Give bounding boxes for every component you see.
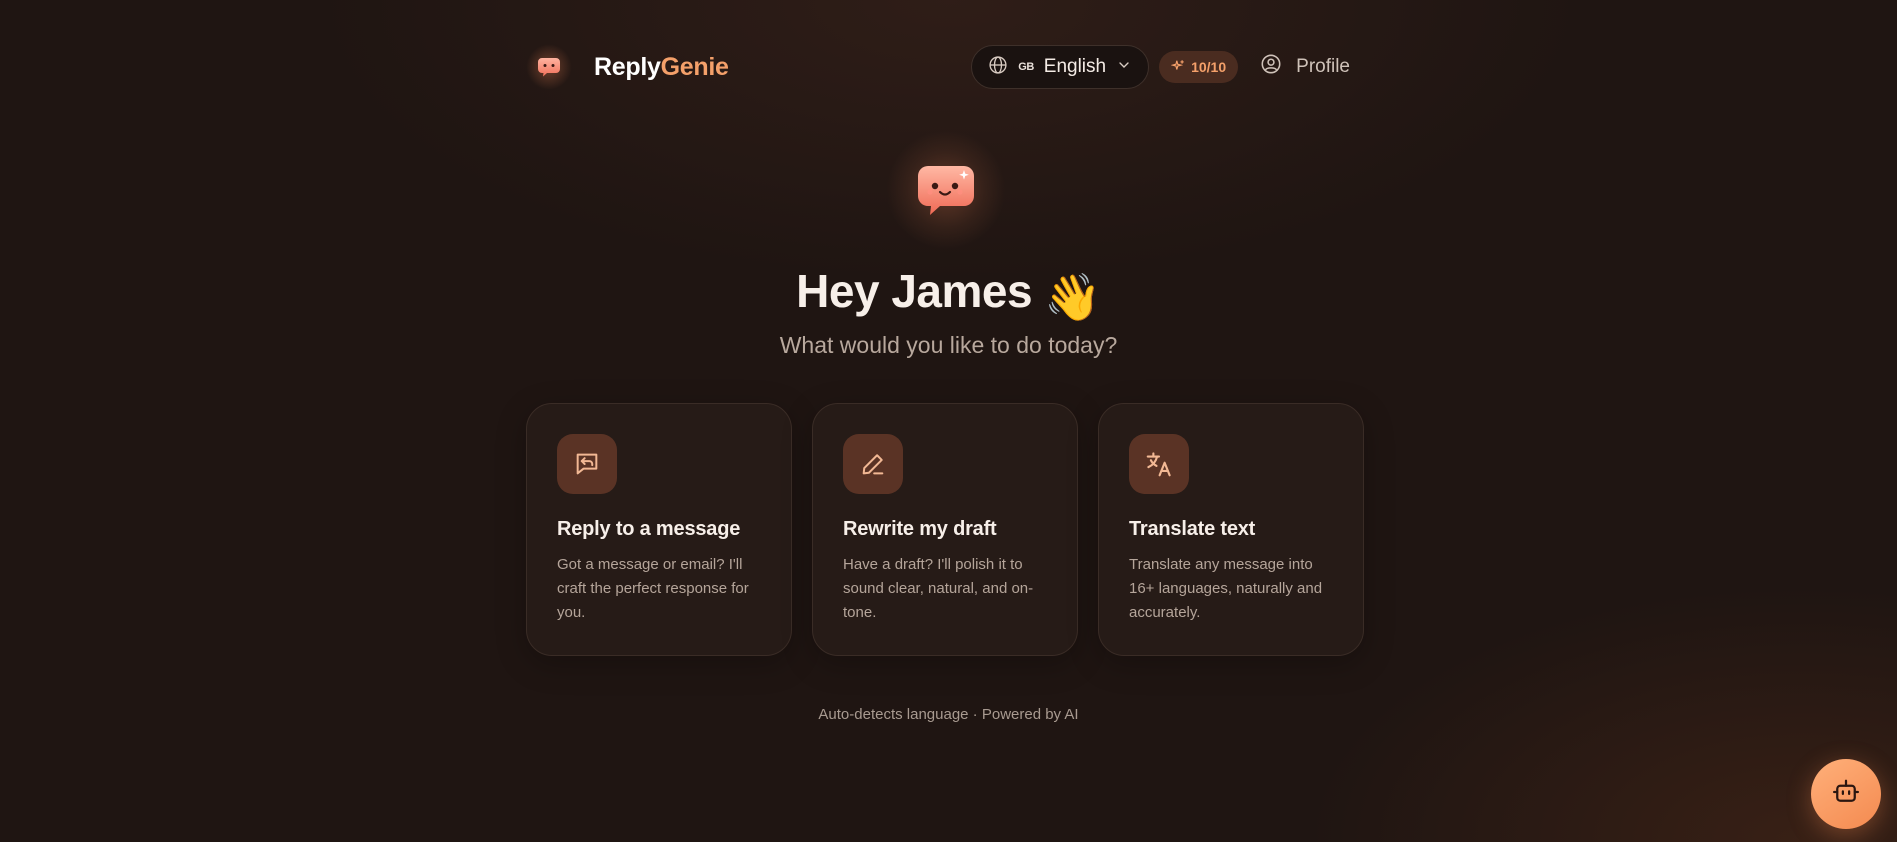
chat-bubble-mascot-icon [886, 130, 1006, 250]
user-circle-icon [1260, 53, 1282, 81]
card-title: Reply to a message [557, 518, 741, 540]
language-label: English [1043, 56, 1107, 77]
credits-count: 10/10 [1191, 59, 1227, 75]
credits-badge: 10/10 [1159, 51, 1239, 83]
language-selector[interactable]: GB English [971, 45, 1150, 89]
globe-icon [988, 55, 1008, 80]
translate-card[interactable]: Translate text Translate any message int… [1098, 403, 1364, 656]
brand-name-part1: Reply [594, 52, 661, 81]
robot-icon [1831, 777, 1861, 812]
action-cards: Reply to a message Got a message or emai… [526, 403, 1366, 656]
profile-button[interactable]: Profile [1248, 45, 1362, 89]
card-title: Translate text [1129, 518, 1256, 540]
card-description: Got a message or email? I'll craft the p… [557, 556, 749, 621]
sparkle-icon [1170, 59, 1185, 76]
top-bar: ReplyGenie GB English 10/10 Profile [526, 44, 1362, 90]
top-nav: GB English 10/10 Profile [971, 45, 1362, 89]
footer-note: Auto-detects language · Powered by AI [818, 706, 1079, 723]
chat-bubble-logo-icon [526, 44, 572, 90]
assistant-bot-button[interactable] [1811, 759, 1881, 829]
chevron-down-icon [1116, 57, 1132, 78]
card-title: Rewrite my draft [843, 518, 997, 540]
language-flag: GB [1018, 61, 1034, 73]
pencil-icon [843, 434, 903, 494]
message-reply-icon [557, 434, 617, 494]
brand-name-part2: Genie [660, 52, 729, 81]
greeting-heading: Hey James 👋 [0, 264, 1897, 325]
waving-hand-icon: 👋 [1044, 271, 1101, 323]
greeting-subtitle: What would you like to do today? [779, 332, 1118, 358]
profile-label: Profile [1296, 56, 1350, 77]
brand[interactable]: ReplyGenie [526, 44, 729, 90]
translate-icon [1129, 434, 1189, 494]
card-description: Translate any message into 16+ languages… [1129, 556, 1323, 621]
rewrite-card[interactable]: Rewrite my draft Have a draft? I'll poli… [812, 403, 1078, 656]
greeting-text: Hey James [796, 265, 1033, 317]
reply-card[interactable]: Reply to a message Got a message or emai… [526, 403, 792, 656]
brand-name: ReplyGenie [594, 53, 729, 82]
card-description: Have a draft? I'll polish it to sound cl… [843, 556, 1034, 621]
